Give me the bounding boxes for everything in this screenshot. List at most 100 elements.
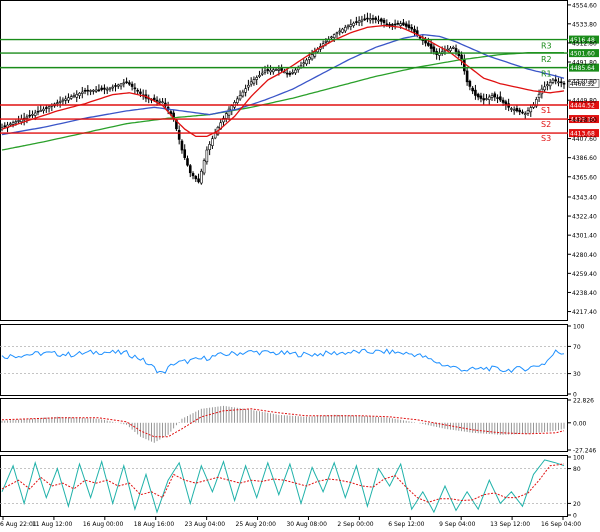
candle-body — [274, 69, 278, 71]
candle-body — [288, 72, 292, 75]
price-tick-label: 4301.40 — [572, 233, 597, 240]
candle-body — [559, 81, 563, 84]
candle-body — [526, 110, 530, 114]
candle-body — [410, 27, 414, 30]
candle-body — [554, 79, 557, 82]
candle-body — [36, 110, 40, 113]
candle-body — [551, 79, 555, 83]
candle-body — [385, 23, 389, 26]
candle-body — [17, 120, 20, 122]
candle-body — [39, 110, 43, 112]
candle-body — [543, 86, 546, 91]
candle-body — [360, 19, 364, 22]
stoch-tick-label: 80 — [573, 466, 581, 473]
candle-body — [69, 96, 73, 99]
candle-body — [305, 59, 308, 65]
candle-body — [255, 77, 258, 80]
level-name-s1: S1 — [541, 106, 551, 115]
candle-body — [97, 89, 101, 92]
candle-body — [72, 95, 76, 97]
candle-body — [374, 17, 378, 20]
candle-body — [83, 90, 87, 92]
candle-body — [399, 23, 402, 26]
time-tick-label: 13 Sep 12:00 — [490, 521, 530, 528]
candle-body — [105, 88, 109, 91]
candle-body — [205, 149, 209, 163]
candle-body — [465, 70, 469, 83]
candle-body — [482, 98, 486, 101]
candle-body — [396, 22, 400, 25]
candle-body — [125, 81, 128, 84]
price-tick-label: 4407.60 — [572, 136, 597, 143]
candle-body — [61, 99, 65, 102]
candle-body — [236, 98, 239, 104]
candle-body — [211, 138, 214, 146]
price-tick-label: 4217.40 — [572, 309, 597, 316]
level-tag-label-r2: 4501.60 — [570, 51, 595, 58]
candle-body — [122, 82, 126, 85]
candle-body — [449, 47, 452, 51]
candle-body — [238, 95, 242, 100]
candle-body — [294, 69, 297, 74]
candle-body — [247, 84, 250, 88]
price-tick-label: 4449.80 — [572, 98, 597, 105]
candle-body — [463, 58, 466, 72]
candle-body — [44, 107, 48, 109]
candle-body — [393, 23, 397, 26]
candle-body — [402, 22, 405, 26]
price-tick-label: 4533.80 — [572, 21, 597, 28]
rsi-tick-label: 100 — [573, 324, 585, 331]
rsi-tick-label: 70 — [573, 344, 581, 351]
candle-body — [177, 130, 181, 140]
candle-body — [28, 114, 31, 117]
candle-body — [158, 100, 162, 103]
candle-body — [493, 93, 497, 98]
candle-body — [119, 83, 123, 87]
candle-body — [56, 102, 59, 104]
candle-body — [557, 81, 560, 84]
candle-body — [562, 82, 566, 85]
candle-body — [241, 91, 245, 97]
candle-body — [471, 87, 474, 92]
candle-body — [42, 108, 45, 111]
candle-body — [116, 84, 120, 87]
stoch-tick-label: 0 — [573, 513, 577, 520]
candle-body — [186, 158, 189, 166]
level-name-r1: R1 — [541, 70, 552, 79]
candle-body — [136, 89, 139, 92]
candle-body — [130, 83, 134, 87]
time-tick-label: 30 Aug 08:00 — [286, 521, 327, 528]
candle-body — [377, 19, 380, 22]
candle-body — [188, 165, 192, 174]
candle-body — [427, 42, 430, 46]
candle-body — [161, 101, 164, 104]
candle-body — [355, 21, 358, 23]
candle-body — [183, 149, 187, 158]
candle-body — [518, 109, 522, 113]
candle-body — [224, 113, 228, 119]
candle-body — [111, 86, 115, 89]
candle-body — [330, 36, 333, 39]
level-name-r2: R2 — [541, 55, 552, 64]
candle-body — [521, 111, 524, 114]
candle-body — [474, 89, 477, 96]
candle-body — [260, 72, 264, 75]
time-tick-label: 16 Sep 04:00 — [541, 521, 581, 528]
candle-body — [114, 85, 117, 87]
price-tick-label: 4322.40 — [572, 214, 597, 221]
candle-body — [476, 93, 480, 98]
candle-body — [128, 82, 131, 85]
price-tick-label: 4280.40 — [572, 252, 597, 259]
time-tick-label: 23 Aug 04:00 — [185, 521, 226, 528]
candle-body — [363, 18, 366, 21]
candle-body — [310, 54, 314, 60]
chart-root: R3 R2 R1 S1 S2 S3 4516.48 4501.60 4485.64 4444.5… — [0, 0, 600, 528]
candle-body — [3, 125, 7, 128]
candle-body — [451, 46, 455, 49]
chart-svg: R3R2R1S1S2S3 4516.484501.604485.644444.5… — [0, 0, 600, 528]
candle-body — [244, 88, 247, 93]
candle-body — [208, 144, 211, 150]
candle-body — [263, 70, 267, 73]
candle-body — [269, 69, 272, 73]
candle-body — [197, 178, 200, 183]
